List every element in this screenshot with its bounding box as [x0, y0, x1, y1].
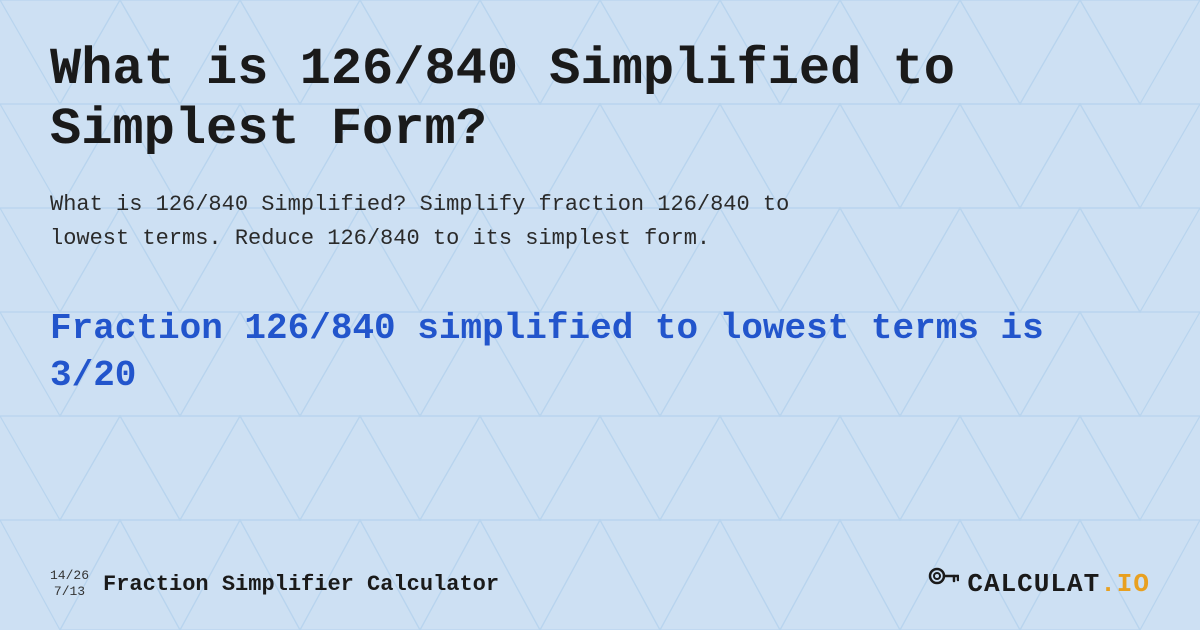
- description-line1: What is 126/840 Simplified? Simplify fra…: [50, 192, 789, 217]
- main-content: What is 126/840 Simplified to Simplest F…: [0, 0, 1200, 630]
- footer-site-title: Fraction Simplifier Calculator: [103, 572, 499, 597]
- result-line2: 3/20: [50, 355, 136, 396]
- result-section: Fraction 126/840 simplified to lowest te…: [50, 306, 1150, 400]
- logo-key-icon: [927, 566, 959, 602]
- footer-fraction-top: 14/26: [50, 568, 89, 584]
- footer-logo: CALCULAT.IO: [927, 566, 1150, 602]
- result-text: Fraction 126/840 simplified to lowest te…: [50, 306, 1150, 400]
- logo-text-main: CALCULAT: [967, 569, 1100, 599]
- logo-text-suffix: .IO: [1100, 569, 1150, 599]
- footer-fraction-bottom: 7/13: [54, 584, 85, 600]
- description: What is 126/840 Simplified? Simplify fra…: [50, 188, 950, 256]
- footer-fraction: 14/26 7/13: [50, 568, 89, 599]
- description-line2: lowest terms. Reduce 126/840 to its simp…: [50, 226, 710, 251]
- page-title: What is 126/840 Simplified to Simplest F…: [50, 40, 1150, 160]
- logo-text: CALCULAT.IO: [967, 569, 1150, 599]
- footer: 14/26 7/13 Fraction Simplifier Calculato…: [50, 566, 1150, 602]
- result-line1: Fraction 126/840 simplified to lowest te…: [50, 308, 1044, 349]
